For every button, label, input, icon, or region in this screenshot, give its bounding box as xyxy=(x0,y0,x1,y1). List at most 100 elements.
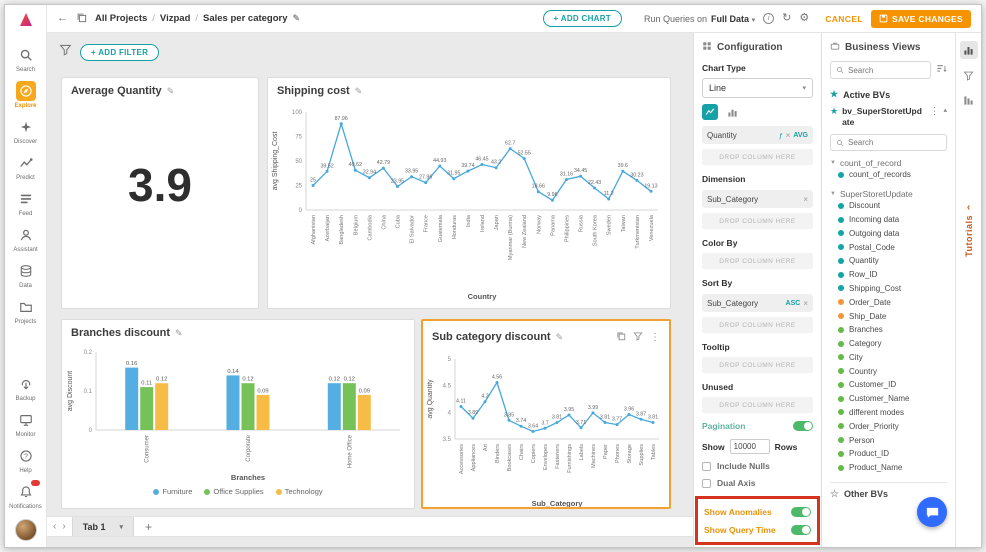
tab-1[interactable]: Tab 1▾ xyxy=(72,517,134,536)
bv-field-postal_code[interactable]: Postal_Code xyxy=(830,240,947,254)
edit-chart-icon[interactable]: ✎ xyxy=(167,86,175,97)
bv-field-product_name[interactable]: Product_Name xyxy=(830,461,947,475)
show-anomalies-toggle[interactable] xyxy=(791,507,811,517)
refresh-icon[interactable]: ↻ xyxy=(782,13,791,24)
bv-field-quantity[interactable]: Quantity xyxy=(830,254,947,268)
cancel-button[interactable]: CANCEL xyxy=(825,14,863,24)
bv-field-branches[interactable]: Branches xyxy=(830,323,947,337)
function-icon[interactable]: ƒ xyxy=(779,131,783,140)
sidebar-item-predict[interactable]: Predict xyxy=(13,153,37,181)
tile-branches-discount[interactable]: Branches discount ✎ 00.10.20.160.110.12C… xyxy=(61,319,415,509)
tab-scroll-left-icon[interactable]: ‹ xyxy=(53,521,56,532)
bv-search-input[interactable] xyxy=(848,66,925,75)
bv-group-SuperStoretUpdate[interactable]: ▼SuperStoretUpdate xyxy=(830,189,947,199)
sort-icon[interactable] xyxy=(936,61,947,79)
star-icon[interactable]: ★ xyxy=(830,106,838,117)
sidebar-item-explore[interactable]: Explore xyxy=(13,81,37,109)
include-nulls-checkbox[interactable] xyxy=(702,462,711,471)
sidebar-item-projects[interactable]: Projects xyxy=(13,297,37,325)
tab-chevron-icon[interactable]: ▾ xyxy=(120,523,124,531)
dual-axis-checkbox[interactable] xyxy=(702,479,711,488)
bv-field-order_priority[interactable]: Order_Priority xyxy=(830,419,947,433)
edit-title-icon[interactable]: ✎ xyxy=(293,13,301,24)
bv-field-different-modes[interactable]: different modes xyxy=(830,406,947,420)
aggregation-badge[interactable]: AVG xyxy=(793,132,808,139)
edit-chart-icon[interactable]: ✎ xyxy=(355,86,363,97)
charts-panel-icon[interactable] xyxy=(960,41,978,59)
bv-field-outgoing-data[interactable]: Outgoing data xyxy=(830,226,947,240)
bv-search-box[interactable] xyxy=(830,61,931,79)
bv-field-discount[interactable]: Discount xyxy=(830,199,947,213)
settings-gear-icon[interactable]: ⚙ xyxy=(799,13,809,24)
remove-chip-icon[interactable]: × xyxy=(803,195,808,204)
bv-field-person[interactable]: Person xyxy=(830,433,947,447)
bv-field-customer_id[interactable]: Customer_ID xyxy=(830,378,947,392)
filter-funnel-icon[interactable] xyxy=(59,43,72,61)
legend-item-office-supplies[interactable]: Office Supplies xyxy=(204,487,263,496)
sidebar-item-discover[interactable]: Discover xyxy=(13,117,37,145)
bv-field-search-box[interactable] xyxy=(830,134,947,151)
sort-direction-badge[interactable]: ASC xyxy=(786,300,801,307)
bv-field-order_date[interactable]: Order_Date xyxy=(830,295,947,309)
bv-field-search-input[interactable] xyxy=(848,138,941,147)
back-icon[interactable]: ← xyxy=(57,13,68,24)
tooltip-dropzone[interactable]: DROP COLUMN HERE xyxy=(702,357,813,373)
active-bv-item[interactable]: ★ bv_SuperStoretUpdate ⋮ ▴ xyxy=(830,106,947,128)
sidebar-item-feed[interactable]: Feed xyxy=(13,189,37,217)
sidebar-item-backup[interactable]: Backup xyxy=(9,374,42,402)
sidebar-item-assistant[interactable]: Assistant xyxy=(13,225,37,253)
bv-field-count_of_records[interactable]: count_of_records xyxy=(830,168,947,182)
tile-sub-category-discount[interactable]: Sub category discount ✎ ⋮ 3.544.554.113.… xyxy=(421,319,671,509)
line-chart-type-icon[interactable] xyxy=(702,104,718,120)
bv-field-city[interactable]: City xyxy=(830,350,947,364)
kebab-menu-icon[interactable]: ⋮ xyxy=(650,332,660,343)
bv-field-category[interactable]: Category xyxy=(830,337,947,351)
tab-scroll-right-icon[interactable]: › xyxy=(62,521,65,532)
legend-item-technology[interactable]: Technology xyxy=(276,487,323,496)
run-queries-select[interactable]: Full Data ▾ xyxy=(711,14,755,24)
bv-field-customer_name[interactable]: Customer_Name xyxy=(830,392,947,406)
pagination-toggle[interactable] xyxy=(793,421,813,431)
duplicate-icon[interactable] xyxy=(76,12,87,26)
sidebar-item-data[interactable]: Data xyxy=(13,261,37,289)
sidebar-item-monitor[interactable]: Monitor xyxy=(9,410,42,438)
bar-chart-type-icon[interactable] xyxy=(724,104,740,120)
add-filter-button[interactable]: + ADD FILTER xyxy=(80,44,159,61)
tutorials-tab[interactable]: ‹ Tutorials xyxy=(964,202,974,257)
bv-field-incoming-data[interactable]: Incoming data xyxy=(830,213,947,227)
breadcrumb-vizpad[interactable]: Vizpad xyxy=(160,13,190,24)
copy-icon[interactable] xyxy=(616,328,626,346)
bv-field-product_id[interactable]: Product_ID xyxy=(830,447,947,461)
sort-by-dropzone[interactable]: DROP COLUMN HERE xyxy=(702,317,813,333)
tile-shipping-cost[interactable]: Shipping cost ✎ 02550751002539.5287.9640… xyxy=(267,77,671,309)
unused-dropzone[interactable]: DROP COLUMN HERE xyxy=(702,397,813,413)
measure-dropzone[interactable]: DROP COLUMN HERE xyxy=(702,149,813,165)
rows-input[interactable] xyxy=(730,439,770,454)
legend-item-furniture[interactable]: Furniture xyxy=(153,487,192,496)
bv-field-country[interactable]: Country xyxy=(830,364,947,378)
add-tab-button[interactable]: + xyxy=(140,520,157,534)
bv-group-count_of_record[interactable]: ▼count_of_record xyxy=(830,158,947,168)
kebab-menu-icon[interactable]: ⋮ xyxy=(929,106,939,117)
breadcrumb-all-projects[interactable]: All Projects xyxy=(95,13,147,24)
color-by-dropzone[interactable]: DROP COLUMN HERE xyxy=(702,253,813,269)
show-query-time-toggle[interactable] xyxy=(791,525,811,535)
measure-chip[interactable]: Quantity ƒ × AVG xyxy=(702,126,813,144)
tellius-logo[interactable] xyxy=(16,10,36,35)
edit-chart-icon[interactable]: ✎ xyxy=(175,328,183,339)
chevron-up-icon[interactable]: ▴ xyxy=(943,106,947,114)
edit-chart-icon[interactable]: ✎ xyxy=(556,332,564,343)
tile-average-quantity[interactable]: Average Quantity ✎ 3.9 xyxy=(61,77,259,309)
remove-chip-icon[interactable]: × xyxy=(803,299,808,308)
tile-filter-icon[interactable] xyxy=(633,328,643,346)
bv-field-ship_date[interactable]: Ship_Date xyxy=(830,309,947,323)
chat-bubble-button[interactable] xyxy=(917,497,947,527)
chart-type-select[interactable]: Line▾ xyxy=(702,78,813,98)
filters-panel-icon[interactable] xyxy=(960,66,978,84)
save-changes-button[interactable]: SAVE CHANGES xyxy=(871,10,971,28)
user-avatar[interactable] xyxy=(15,519,37,541)
sidebar-item-search[interactable]: Search xyxy=(13,45,37,73)
bv-field-row_id[interactable]: Row_ID xyxy=(830,268,947,282)
sidebar-item-notifications[interactable]: Notifications xyxy=(9,482,42,510)
info-icon[interactable]: i xyxy=(763,13,774,24)
